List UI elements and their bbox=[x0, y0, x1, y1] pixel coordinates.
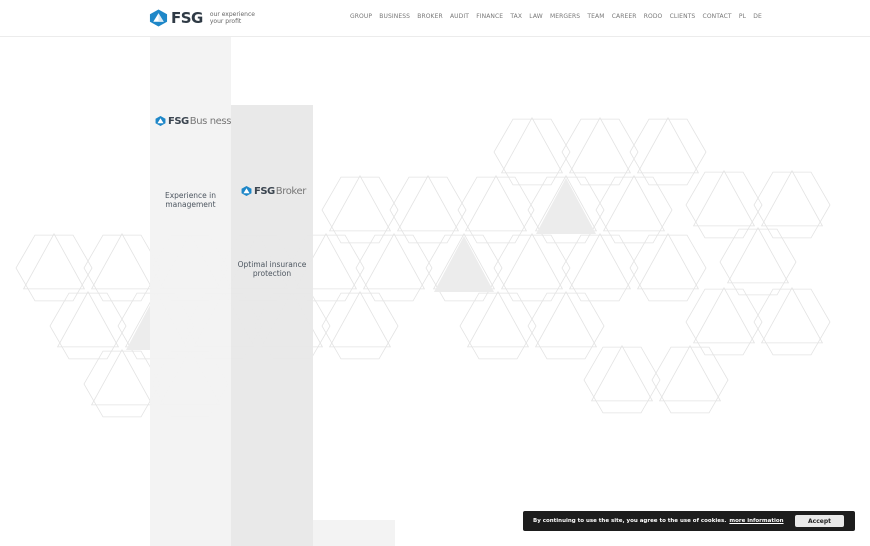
triangle-shape bbox=[726, 226, 790, 284]
nav-clients[interactable]: CLIENTS bbox=[670, 13, 696, 20]
business-sub: Bus ness bbox=[189, 115, 232, 127]
triangle-shape bbox=[56, 290, 120, 348]
fsg-broker-logo-icon bbox=[241, 186, 252, 196]
tagline: our experience your profit bbox=[210, 11, 255, 26]
hexagon-shape bbox=[493, 118, 571, 186]
broker-desc-line2: protection bbox=[252, 269, 292, 278]
triangle-shape bbox=[692, 286, 756, 344]
cookie-accept-button[interactable]: Accept bbox=[795, 515, 844, 527]
hexagon-shape bbox=[685, 171, 763, 239]
triangle-shape bbox=[466, 290, 530, 348]
hexagon-shape bbox=[561, 234, 639, 302]
shaded-triangle-shape bbox=[536, 178, 596, 234]
triangle-shape bbox=[760, 169, 824, 227]
business-brand: FSG bbox=[168, 115, 189, 127]
broker-panel[interactable]: FSG Broker Optimal insurance protection bbox=[231, 105, 313, 546]
business-description: Experience in management bbox=[150, 191, 231, 209]
hexagon-shape bbox=[457, 176, 535, 244]
fsg-logo-icon bbox=[149, 9, 168, 27]
nav-law[interactable]: LAW bbox=[529, 13, 543, 20]
broker-brand: FSG bbox=[254, 185, 275, 197]
triangle-shape bbox=[590, 344, 654, 402]
logo-text: FSG bbox=[171, 9, 203, 27]
triangle-shape bbox=[396, 174, 460, 232]
hexagon-shape bbox=[629, 118, 707, 186]
nav-career[interactable]: CAREER bbox=[612, 13, 637, 20]
broker-description: Optimal insurance protection bbox=[231, 260, 313, 278]
fsg-broker-logo: FSG Broker bbox=[241, 185, 306, 197]
hexagon-shape bbox=[595, 176, 673, 244]
nav-rodo[interactable]: RODO bbox=[644, 13, 663, 20]
triangle-shape bbox=[90, 348, 154, 406]
triangle-shape bbox=[500, 232, 564, 290]
business-panel[interactable]: FSG Bus ness Experience in management bbox=[150, 36, 231, 546]
tagline-line2: your profit bbox=[209, 18, 242, 25]
hexagon-shape bbox=[527, 292, 605, 360]
triangle-shape bbox=[464, 174, 528, 232]
site-logo[interactable]: FSG our experience your profit bbox=[149, 8, 255, 28]
nav-contact[interactable]: CONTACT bbox=[703, 13, 732, 20]
hexagon-shape bbox=[49, 292, 127, 360]
cookie-more-info-link[interactable]: more information bbox=[729, 518, 783, 524]
third-panel-partial[interactable] bbox=[313, 520, 395, 546]
broker-desc-line1: Optimal insurance bbox=[237, 260, 307, 269]
triangle-shape bbox=[328, 290, 392, 348]
nav-tax[interactable]: TAX bbox=[510, 13, 522, 20]
triangle-shape bbox=[22, 232, 86, 290]
triangle-shape bbox=[636, 116, 700, 174]
hexagon-shape bbox=[321, 292, 399, 360]
hexagon-shape bbox=[685, 288, 763, 356]
hexagon-shape bbox=[493, 234, 571, 302]
nav-lang-de[interactable]: DE bbox=[753, 13, 762, 20]
nav-mergers[interactable]: MERGERS bbox=[550, 13, 580, 20]
nav-broker[interactable]: BROKER bbox=[417, 13, 443, 20]
tagline-line1: our experience bbox=[209, 10, 255, 18]
business-desc-line2: management bbox=[165, 200, 216, 209]
hexagon-shape bbox=[83, 234, 161, 302]
fsg-business-logo-icon bbox=[155, 116, 166, 126]
triangle-shape bbox=[90, 232, 154, 290]
triangle-shape bbox=[534, 290, 598, 348]
triangle-shape bbox=[362, 232, 426, 290]
triangle-shape bbox=[500, 116, 564, 174]
hexagon-shape bbox=[321, 176, 399, 244]
hexagon-shape bbox=[561, 118, 639, 186]
hexagon-shape bbox=[719, 228, 797, 296]
hexagon-shape bbox=[355, 234, 433, 302]
hexagon-shape bbox=[651, 346, 729, 414]
triangle-shape bbox=[692, 169, 756, 227]
hexagon-shape bbox=[15, 234, 93, 302]
cookie-banner: By continuing to use the site, you agree… bbox=[523, 511, 855, 531]
main-nav: GROUP BUSINESS BROKER AUDIT FINANCE TAX … bbox=[350, 13, 769, 20]
cookie-text: By continuing to use the site, you agree… bbox=[533, 518, 727, 524]
triangle-shape bbox=[602, 174, 666, 232]
nav-team[interactable]: TEAM bbox=[587, 13, 604, 20]
triangle-shape bbox=[636, 232, 700, 290]
nav-lang-pl[interactable]: PL bbox=[739, 13, 746, 20]
triangle-shape bbox=[658, 344, 722, 402]
triangle-shape bbox=[760, 286, 824, 344]
site-header: FSG our experience your profit GROUP BUS… bbox=[0, 0, 870, 37]
hexagon-shape bbox=[389, 176, 467, 244]
hexagon-shape bbox=[629, 234, 707, 302]
hexagon-shape bbox=[753, 288, 831, 356]
nav-audit[interactable]: AUDIT bbox=[450, 13, 469, 20]
nav-finance[interactable]: FINANCE bbox=[476, 13, 503, 20]
hexagon-shape bbox=[83, 350, 161, 418]
hexagon-shape bbox=[459, 292, 537, 360]
hexagon-shape bbox=[583, 346, 661, 414]
hexagon-shape bbox=[753, 171, 831, 239]
fsg-business-logo: FSG Bus ness bbox=[155, 115, 231, 127]
triangle-shape bbox=[568, 232, 632, 290]
hexagon-pattern-background bbox=[15, 116, 831, 418]
shaded-triangle-shape bbox=[434, 236, 494, 292]
triangle-shape bbox=[328, 174, 392, 232]
broker-sub: Broker bbox=[275, 185, 307, 197]
triangle-shape bbox=[568, 116, 632, 174]
nav-group[interactable]: GROUP bbox=[350, 13, 372, 20]
business-desc-line1: Experience in bbox=[164, 191, 217, 200]
nav-business[interactable]: BUSINESS bbox=[379, 13, 410, 20]
